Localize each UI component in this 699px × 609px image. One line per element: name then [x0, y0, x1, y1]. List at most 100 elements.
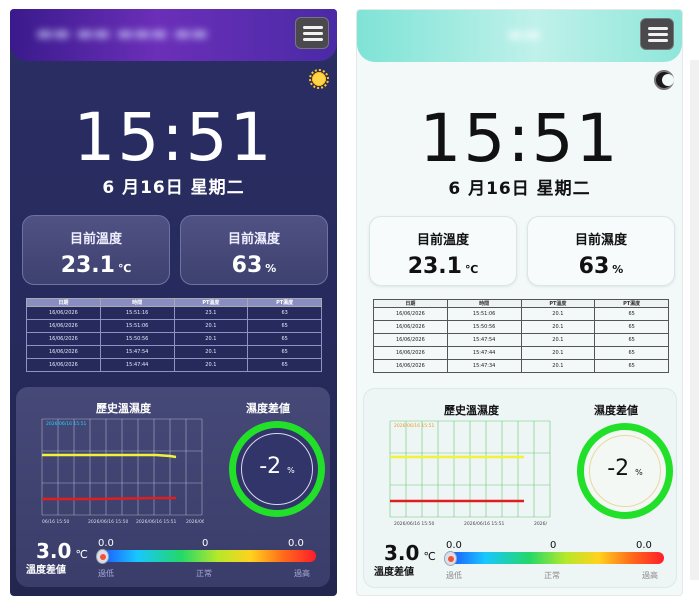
scale-top-labels: 0.0 0 0.0	[98, 538, 312, 549]
scale-high-label: 過高	[294, 569, 310, 578]
temperature-unit: ℃	[117, 262, 132, 275]
table-cell: 20.1	[173, 332, 249, 346]
temperature-value-row: 23.1 ℃	[23, 253, 169, 278]
history-chart: 2026/06/16 15:51 06/16 15:50 2026/06/16 …	[41, 418, 204, 525]
table-row[interactable]: 16/06/2026 15:51:16 23.1 63	[26, 306, 322, 320]
table-row[interactable]: 16/06/2026 15:50:56 20.1 65	[373, 320, 669, 334]
scale-left-value: 0.0	[446, 540, 462, 551]
series-line-temp	[42, 453, 177, 459]
temperature-value: 23.1	[60, 253, 115, 278]
table-cell: 65	[594, 333, 669, 347]
humidity-label: 目前濕度	[227, 232, 280, 247]
x-tick-label: 2026/06	[186, 519, 204, 525]
table-cell: 15:47:34	[446, 359, 522, 373]
humidity-value: 63	[578, 254, 610, 279]
thermometer-icon	[444, 551, 457, 566]
table-cell: 65	[247, 345, 322, 359]
humidity-diff-gauge: -2%	[577, 423, 673, 519]
gauge-value-row: -2%	[584, 456, 666, 481]
table-cell: 15:47:44	[446, 346, 522, 360]
temperature-value: 23.1	[407, 254, 462, 279]
dark-theme-screen: ▬▬ ▬▬ ▬▬▬ ▬▬ 15:51 6 月16日 星期二 目前溫度 23.1 ℃…	[10, 9, 337, 596]
scale-bottom-labels: 過低 正常 過高	[98, 568, 316, 578]
sun-icon[interactable]	[309, 69, 329, 89]
scale-bottom-labels: 過低 正常 過高	[446, 570, 664, 580]
scale-right-value: 0.0	[636, 540, 652, 551]
x-tick-label: 2026/06/16 15:51	[136, 519, 176, 525]
scale-right-value: 0.0	[288, 538, 304, 549]
clock-time: 15:51	[419, 100, 620, 177]
scale-mid-value: 0	[550, 540, 557, 551]
humidity-diff-gauge: -2%	[229, 421, 325, 517]
chart-grid	[389, 420, 551, 518]
temperature-card: 目前溫度 23.1 ℃	[22, 215, 170, 285]
temperature-scale-bar	[98, 550, 316, 562]
history-table: 日期 時間 PT溫度 PT濕度 16/06/2026 15:51:16 23.1 63…	[26, 298, 322, 372]
menu-button[interactable]	[295, 17, 329, 49]
table-row[interactable]: 16/06/2026 15:50:56 20.1 65	[26, 332, 322, 346]
temperature-diff-unit: ℃	[423, 550, 436, 563]
moon-icon[interactable]	[654, 70, 674, 90]
table-row[interactable]: 16/06/2026 15:47:44 20.1 65	[373, 346, 669, 360]
scale-left-value: 0.0	[98, 538, 114, 549]
table-cell: 16/06/2026	[26, 332, 101, 346]
temperature-diff-value: 3.0	[36, 539, 72, 563]
temperature-label: 目前溫度	[69, 232, 122, 247]
table-cell: 65	[594, 359, 669, 373]
table-row[interactable]: 16/06/2026 15:51:06 20.1 65	[26, 319, 322, 333]
table-row[interactable]: 16/06/2026 15:51:06 20.1 65	[373, 307, 669, 321]
blurred-app-title: ▬▬	[507, 24, 542, 45]
table-row[interactable]: 16/06/2026 15:47:44 20.1 65	[26, 358, 322, 372]
scale-normal-label: 正常	[196, 569, 212, 578]
header-bar: ▬▬	[357, 10, 682, 62]
table-header-row: 日期 時間 PT溫度 PT濕度	[373, 299, 669, 308]
table-cell: 15:50:56	[446, 320, 522, 334]
table-cell: 20.1	[520, 359, 596, 373]
temperature-scale-bar	[446, 552, 664, 564]
table-header-row: 日期 時間 PT溫度 PT濕度	[26, 298, 322, 307]
thermometer-icon	[96, 549, 109, 564]
table-cell: 20.1	[520, 333, 596, 347]
table-header: 日期	[373, 299, 448, 308]
table-cell: 65	[594, 307, 669, 321]
scale-top-labels: 0.0 0 0.0	[446, 540, 660, 551]
scale-high-label: 過高	[642, 571, 658, 580]
table-cell: 20.1	[520, 320, 596, 334]
header-bar: ▬▬ ▬▬ ▬▬▬ ▬▬	[10, 9, 337, 61]
table-cell: 16/06/2026	[26, 306, 101, 320]
humidity-label: 目前濕度	[574, 233, 627, 248]
table-header: PT濕度	[594, 299, 669, 308]
table-cell: 65	[247, 332, 322, 346]
table-row[interactable]: 16/06/2026 15:47:54 20.1 65	[26, 345, 322, 359]
scale-low-label: 過低	[446, 571, 462, 580]
temperature-diff-unit: ℃	[75, 548, 88, 561]
chart-legend-text: 2026/06/16 15:51	[46, 421, 86, 427]
table-header: 時間	[99, 298, 175, 307]
table-cell: 16/06/2026	[373, 346, 448, 360]
scale-mid-value: 0	[202, 538, 209, 549]
x-tick-label: 2026/	[534, 521, 547, 527]
gauge-unit: %	[635, 468, 643, 477]
table-cell: 15:51:06	[446, 307, 522, 321]
x-tick-label: 06/16 15:50	[42, 519, 70, 525]
table-row[interactable]: 16/06/2026 15:47:54 20.1 65	[373, 333, 669, 347]
table-row[interactable]: 16/06/2026 15:47:34 20.1 65	[373, 359, 669, 373]
humidity-diff-title: 濕度差値	[594, 404, 638, 417]
bottom-panel: 歷史溫濕度 濕度差値 2026/06/16 15:51 06/16 15:50 …	[16, 387, 330, 587]
table-cell: 65	[594, 346, 669, 360]
gauge-value: -2	[259, 454, 282, 479]
table-cell: 16/06/2026	[373, 359, 448, 373]
table-header: PT濕度	[247, 298, 322, 307]
table-header: 日期	[26, 298, 101, 307]
adjacent-screen-edge	[690, 60, 699, 580]
menu-button[interactable]	[640, 18, 674, 50]
humidity-unit: %	[612, 263, 624, 276]
humidity-value-row: 63%	[528, 254, 674, 279]
clock-date: 6 月16日 星期二	[448, 179, 591, 199]
history-chart: 2026/06/16 15:51 2026/06/16 15:50 2026/0…	[389, 420, 551, 527]
table-cell: 65	[247, 358, 322, 372]
page: ▬▬ ▬▬ ▬▬▬ ▬▬ 15:51 6 月16日 星期二 目前溫度 23.1 ℃…	[0, 0, 699, 609]
chart-legend-text: 2026/06/16 15:51	[394, 423, 434, 429]
table-cell: 15:47:54	[446, 333, 522, 347]
table-cell: 16/06/2026	[373, 320, 448, 334]
